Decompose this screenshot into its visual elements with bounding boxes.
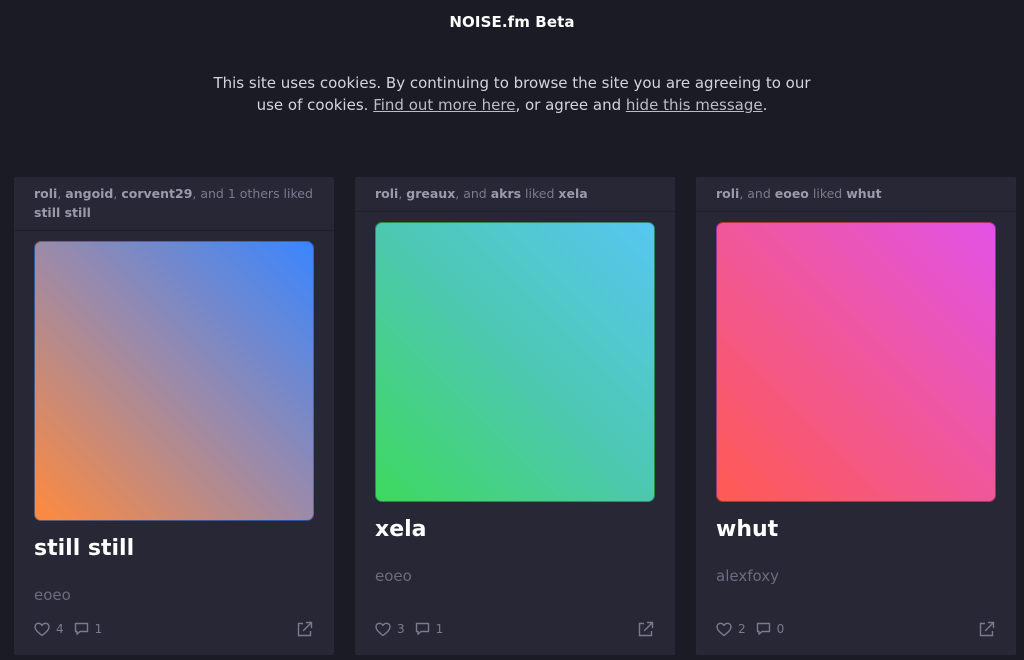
comment-count: 0: [776, 622, 785, 636]
track-artwork[interactable]: [375, 222, 655, 502]
share-icon[interactable]: [978, 620, 996, 638]
track-card: roli, greaux, and akrs liked xela xela e…: [355, 177, 675, 655]
liked-user[interactable]: corvent29: [121, 186, 192, 201]
liked-user[interactable]: roli: [34, 186, 57, 201]
brand-title[interactable]: NOISE.fm Beta: [449, 13, 574, 31]
liked-track[interactable]: still still: [34, 205, 91, 220]
liked-suffix: liked: [808, 186, 843, 201]
track-artwork[interactable]: [34, 241, 314, 521]
comment-count: 1: [435, 622, 444, 636]
cookie-banner: This site uses cookies. By continuing to…: [200, 72, 824, 116]
comment-icon[interactable]: [74, 622, 89, 636]
track-artist[interactable]: eoeo: [375, 566, 655, 586]
comment-count: 1: [94, 622, 103, 636]
liked-suffix: , and 1 others liked: [192, 186, 313, 201]
heart-icon[interactable]: [375, 622, 391, 637]
track-artist[interactable]: alexfoxy: [716, 566, 996, 586]
card-actions: 2 0: [716, 619, 996, 639]
liked-user[interactable]: roli: [716, 186, 739, 201]
hide-message-link[interactable]: hide this message: [626, 96, 763, 114]
share-icon[interactable]: [296, 620, 314, 638]
track-card: roli, and eoeo liked whut whut alexfoxy …: [696, 177, 1016, 655]
liked-user[interactable]: eoeo: [775, 186, 809, 201]
heart-icon[interactable]: [716, 622, 732, 637]
like-count: 4: [56, 622, 64, 636]
liked-suffix: liked: [521, 186, 555, 201]
card-actions: 3 1: [375, 619, 655, 639]
cookie-text-middle: , or agree and: [515, 96, 626, 114]
liked-by-line: roli, and eoeo liked whut: [696, 177, 1016, 212]
liked-user[interactable]: angoid: [65, 186, 113, 201]
liked-by-line: roli, greaux, and akrs liked xela: [355, 177, 675, 212]
comment-icon[interactable]: [415, 622, 430, 636]
liked-user[interactable]: akrs: [491, 186, 521, 201]
like-count: 2: [738, 622, 746, 636]
liked-track[interactable]: whut: [846, 186, 881, 201]
liked-user[interactable]: greaux: [406, 186, 455, 201]
find-out-more-link[interactable]: Find out more here: [373, 96, 515, 114]
track-title[interactable]: still still: [34, 535, 314, 563]
top-bar: NOISE.fm Beta: [0, 0, 1024, 44]
heart-icon[interactable]: [34, 622, 50, 637]
liked-track[interactable]: xela: [558, 186, 587, 201]
share-icon[interactable]: [637, 620, 655, 638]
liked-by-line: roli, angoid, corvent29, and 1 others li…: [14, 177, 334, 231]
liked-user[interactable]: roli: [375, 186, 398, 201]
track-artwork[interactable]: [716, 222, 996, 502]
like-count: 3: [397, 622, 405, 636]
track-title[interactable]: whut: [716, 516, 996, 544]
track-artist[interactable]: eoeo: [34, 585, 314, 605]
track-title[interactable]: xela: [375, 516, 655, 544]
card-actions: 4 1: [34, 619, 314, 639]
cookie-text-end: .: [762, 96, 768, 114]
track-card: roli, angoid, corvent29, and 1 others li…: [14, 177, 334, 655]
comment-icon[interactable]: [756, 622, 771, 636]
